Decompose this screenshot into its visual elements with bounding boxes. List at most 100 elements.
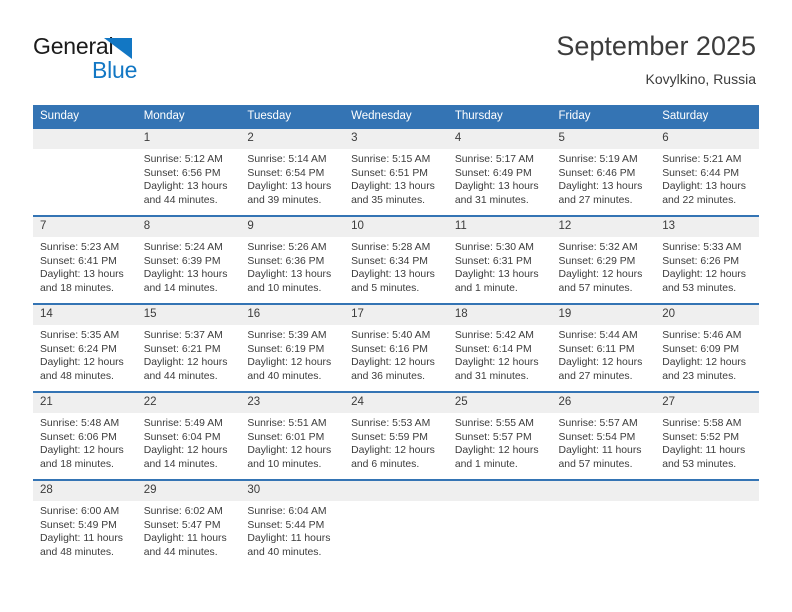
sunrise-text: Sunrise: 5:32 AM bbox=[558, 242, 638, 253]
day-number: 19 bbox=[551, 305, 656, 325]
sunset-text: Sunset: 6:09 PM bbox=[662, 343, 740, 355]
daylight-text: Daylight: 13 hours and 35 minutes. bbox=[351, 181, 435, 206]
sunrise-text: Sunrise: 5:14 AM bbox=[247, 154, 327, 165]
calendar-day-cell[interactable]: 26 Sunrise: 5:57 AM Sunset: 5:54 PM Dayligh… bbox=[551, 391, 656, 480]
calendar-day-cell[interactable]: 20 Sunrise: 5:46 AM Sunset: 6:09 PM Dayligh… bbox=[655, 303, 759, 392]
calendar-week-row: 7 Sunrise: 5:23 AM Sunset: 6:41 PM Daylight… bbox=[33, 215, 759, 304]
calendar-day-cell[interactable]: 29 Sunrise: 6:02 AM Sunset: 5:47 PM Dayligh… bbox=[136, 479, 241, 568]
sunrise-text: Sunrise: 5:39 AM bbox=[247, 330, 327, 341]
weekday-header-saturday: Saturday bbox=[655, 105, 759, 128]
calendar-day-cell[interactable]: 5 Sunrise: 5:19 AM Sunset: 6:46 PM Daylight… bbox=[551, 127, 656, 216]
location-subtitle: Kovylkino, Russia bbox=[645, 71, 757, 87]
calendar-day-cell[interactable]: 2 Sunrise: 5:14 AM Sunset: 6:54 PM Daylight… bbox=[240, 127, 345, 216]
calendar-day-cell-empty bbox=[551, 479, 656, 568]
day-number: 20 bbox=[655, 305, 759, 325]
sunset-text: Sunset: 6:04 PM bbox=[143, 431, 221, 443]
day-number: 27 bbox=[655, 393, 759, 413]
day-number: 13 bbox=[655, 217, 759, 237]
calendar-day-cell[interactable]: 12 Sunrise: 5:32 AM Sunset: 6:29 PM Dayligh… bbox=[551, 215, 656, 304]
sunset-text: Sunset: 6:34 PM bbox=[351, 255, 428, 267]
sunrise-text: Sunrise: 6:00 AM bbox=[40, 506, 120, 517]
day-sun-info: Sunrise: 5:42 AM Sunset: 6:14 PM Daylight:… bbox=[448, 325, 552, 383]
daylight-text: Daylight: 12 hours and 1 minute. bbox=[454, 445, 539, 470]
sunrise-text: Sunrise: 5:30 AM bbox=[454, 242, 534, 253]
calendar-day-cell[interactable]: 22 Sunrise: 5:49 AM Sunset: 6:04 PM Dayligh… bbox=[136, 391, 241, 480]
day-sun-info: Sunrise: 5:46 AM Sunset: 6:09 PM Daylight:… bbox=[655, 325, 759, 383]
calendar-day-cell[interactable]: 27 Sunrise: 5:58 AM Sunset: 5:52 PM Dayligh… bbox=[655, 391, 759, 480]
sunset-text: Sunset: 6:21 PM bbox=[143, 343, 221, 355]
calendar-day-cell[interactable]: 4 Sunrise: 5:17 AM Sunset: 6:49 PM Daylight… bbox=[447, 127, 552, 216]
calendar-day-cell[interactable]: 14 Sunrise: 5:35 AM Sunset: 6:24 PM Dayligh… bbox=[33, 303, 137, 392]
sunset-text: Sunset: 6:01 PM bbox=[247, 431, 325, 443]
calendar-day-cell[interactable]: 15 Sunrise: 5:37 AM Sunset: 6:21 PM Dayligh… bbox=[136, 303, 241, 392]
calendar-day-cell[interactable]: 30 Sunrise: 6:04 AM Sunset: 5:44 PM Dayligh… bbox=[240, 479, 345, 568]
calendar-day-cell[interactable]: 24 Sunrise: 5:53 AM Sunset: 5:59 PM Dayligh… bbox=[344, 391, 448, 480]
daylight-text: Daylight: 12 hours and 10 minutes. bbox=[247, 445, 332, 470]
daylight-text: Daylight: 13 hours and 10 minutes. bbox=[247, 269, 332, 294]
sunset-text: Sunset: 6:19 PM bbox=[247, 343, 325, 355]
calendar-day-cell[interactable]: 21 Sunrise: 5:48 AM Sunset: 6:06 PM Dayligh… bbox=[33, 391, 137, 480]
calendar-day-cell-empty bbox=[447, 479, 552, 568]
calendar-day-cell[interactable]: 13 Sunrise: 5:33 AM Sunset: 6:26 PM Dayligh… bbox=[655, 215, 759, 304]
sunrise-text: Sunrise: 5:57 AM bbox=[558, 418, 638, 429]
sunset-text: Sunset: 5:49 PM bbox=[40, 519, 117, 531]
general-blue-logo[interactable]: General Blue bbox=[33, 33, 213, 83]
sunrise-text: Sunrise: 5:33 AM bbox=[662, 242, 742, 253]
day-number: 1 bbox=[136, 129, 241, 149]
sunrise-text: Sunrise: 5:15 AM bbox=[351, 154, 431, 165]
calendar-day-cell[interactable]: 17 Sunrise: 5:40 AM Sunset: 6:16 PM Dayligh… bbox=[344, 303, 448, 392]
day-sun-info: Sunrise: 5:51 AM Sunset: 6:01 PM Daylight:… bbox=[240, 413, 344, 471]
sunset-text: Sunset: 5:47 PM bbox=[143, 519, 221, 531]
calendar-day-cell[interactable]: 8 Sunrise: 5:24 AM Sunset: 6:39 PM Daylight… bbox=[136, 215, 241, 304]
day-number: 23 bbox=[240, 393, 345, 413]
day-number: 18 bbox=[447, 305, 552, 325]
day-number: 3 bbox=[344, 129, 448, 149]
calendar-day-cell[interactable]: 19 Sunrise: 5:44 AM Sunset: 6:11 PM Dayligh… bbox=[551, 303, 656, 392]
weekday-header-sunday: Sunday bbox=[33, 105, 137, 128]
day-number bbox=[447, 481, 552, 501]
daylight-text: Daylight: 13 hours and 18 minutes. bbox=[40, 269, 124, 294]
calendar-day-cell[interactable]: 28 Sunrise: 6:00 AM Sunset: 5:49 PM Dayligh… bbox=[33, 479, 137, 568]
day-sun-info: Sunrise: 5:26 AM Sunset: 6:36 PM Daylight:… bbox=[240, 237, 344, 295]
day-number: 4 bbox=[447, 129, 552, 149]
calendar-day-cell[interactable]: 1 Sunrise: 5:12 AM Sunset: 6:56 PM Daylight… bbox=[136, 127, 241, 216]
sunrise-text: Sunrise: 5:48 AM bbox=[40, 418, 120, 429]
calendar-day-cell[interactable]: 7 Sunrise: 5:23 AM Sunset: 6:41 PM Daylight… bbox=[33, 215, 137, 304]
day-sun-info: Sunrise: 5:53 AM Sunset: 5:59 PM Daylight:… bbox=[344, 413, 448, 471]
day-number: 30 bbox=[240, 481, 345, 501]
sunset-text: Sunset: 6:56 PM bbox=[143, 167, 221, 179]
sunrise-text: Sunrise: 5:17 AM bbox=[454, 154, 534, 165]
daylight-text: Daylight: 13 hours and 5 minutes. bbox=[351, 269, 435, 294]
sunrise-text: Sunrise: 5:40 AM bbox=[351, 330, 431, 341]
calendar-day-cell[interactable]: 3 Sunrise: 5:15 AM Sunset: 6:51 PM Daylight… bbox=[344, 127, 448, 216]
calendar-week-row: 14 Sunrise: 5:35 AM Sunset: 6:24 PM Dayligh… bbox=[33, 303, 759, 392]
calendar-day-cell[interactable]: 11 Sunrise: 5:30 AM Sunset: 6:31 PM Dayligh… bbox=[447, 215, 552, 304]
day-number: 9 bbox=[240, 217, 345, 237]
day-number: 22 bbox=[136, 393, 241, 413]
day-number: 7 bbox=[33, 217, 137, 237]
day-sun-info: Sunrise: 5:15 AM Sunset: 6:51 PM Daylight:… bbox=[344, 149, 448, 207]
calendar-day-cell[interactable]: 6 Sunrise: 5:21 AM Sunset: 6:44 PM Daylight… bbox=[655, 127, 759, 216]
weekday-header-thursday: Thursday bbox=[447, 105, 552, 128]
daylight-text: Daylight: 12 hours and 14 minutes. bbox=[143, 445, 228, 470]
day-number: 29 bbox=[136, 481, 241, 501]
calendar-day-cell[interactable]: 10 Sunrise: 5:28 AM Sunset: 6:34 PM Dayligh… bbox=[344, 215, 448, 304]
sunrise-text: Sunrise: 5:49 AM bbox=[143, 418, 223, 429]
daylight-text: Daylight: 13 hours and 31 minutes. bbox=[454, 181, 539, 206]
calendar-body: 1 Sunrise: 5:12 AM Sunset: 6:56 PM Daylight… bbox=[33, 127, 759, 568]
day-sun-info: Sunrise: 5:37 AM Sunset: 6:21 PM Daylight:… bbox=[137, 325, 241, 383]
day-number: 14 bbox=[33, 305, 137, 325]
calendar-day-cell[interactable]: 16 Sunrise: 5:39 AM Sunset: 6:19 PM Dayligh… bbox=[240, 303, 345, 392]
daylight-text: Daylight: 13 hours and 39 minutes. bbox=[247, 181, 332, 206]
day-sun-info: Sunrise: 5:30 AM Sunset: 6:31 PM Daylight:… bbox=[448, 237, 552, 295]
daylight-text: Daylight: 11 hours and 40 minutes. bbox=[247, 533, 331, 558]
calendar-day-cell[interactable]: 23 Sunrise: 5:51 AM Sunset: 6:01 PM Dayligh… bbox=[240, 391, 345, 480]
calendar-day-cell[interactable]: 9 Sunrise: 5:26 AM Sunset: 6:36 PM Daylight… bbox=[240, 215, 345, 304]
day-number bbox=[655, 481, 759, 501]
calendar-day-cell[interactable]: 25 Sunrise: 5:55 AM Sunset: 5:57 PM Dayligh… bbox=[447, 391, 552, 480]
daylight-text: Daylight: 12 hours and 23 minutes. bbox=[662, 357, 746, 382]
calendar-day-cell[interactable]: 18 Sunrise: 5:42 AM Sunset: 6:14 PM Dayligh… bbox=[447, 303, 552, 392]
calendar-week-row: 1 Sunrise: 5:12 AM Sunset: 6:56 PM Daylight… bbox=[33, 127, 759, 216]
day-number: 10 bbox=[344, 217, 448, 237]
day-number: 15 bbox=[136, 305, 241, 325]
